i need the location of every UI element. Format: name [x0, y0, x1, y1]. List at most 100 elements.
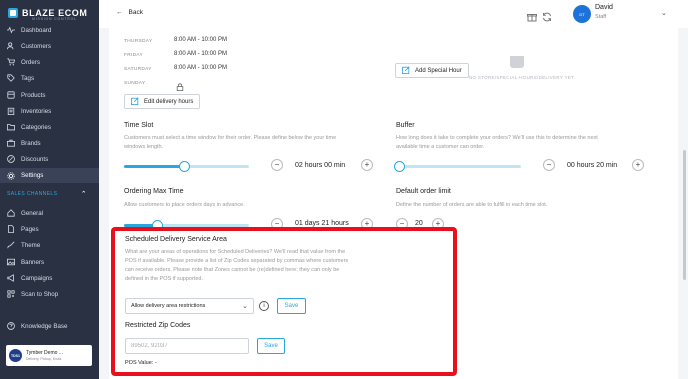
sidebar-item-banners[interactable]: Banners	[7, 256, 44, 268]
order-limit-value: 20	[415, 220, 423, 227]
briefcase-icon	[7, 139, 15, 147]
sidebar-item-label: Inventories	[21, 107, 52, 115]
day-label: THURSDAY	[124, 39, 153, 44]
time-slot-description: Customers must select a time window for …	[124, 135, 337, 150]
day-hours: 8:00 AM - 10:00 PM	[174, 37, 228, 43]
sidebar-item-label: General	[21, 209, 44, 217]
sidebar-item-label: Orders	[21, 58, 40, 66]
help-circle-icon	[7, 322, 15, 330]
megaphone-icon	[7, 274, 15, 282]
image-icon	[7, 258, 15, 266]
brand-logo[interactable]: BLAZE ECOM MISSION CONTROL	[8, 6, 88, 21]
time-slot-decrement[interactable]: −	[271, 159, 283, 171]
ordering-max-time-value: 01 days 21 hours	[295, 220, 349, 227]
store-modes: Delivery, Pickup, Kiosk	[26, 357, 62, 361]
sidebar-item-label: Settings	[21, 172, 44, 179]
store-selector[interactable]: TDS1 Tymber Demo ... Delivery, Pickup, K…	[6, 345, 92, 366]
sidebar-item-label: Theme	[21, 241, 41, 249]
buffer-increment[interactable]: +	[632, 159, 644, 171]
edit-icon	[402, 66, 410, 76]
buffer-slider[interactable]	[393, 161, 521, 172]
users-icon	[7, 42, 15, 50]
sidebar-item-settings[interactable]: Settings	[0, 168, 99, 183]
day-hours: 8:00 AM - 10:00 PM	[174, 65, 228, 71]
refresh-icon[interactable]	[542, 9, 552, 22]
back-button[interactable]: ← Back	[116, 9, 143, 16]
sidebar-item-general[interactable]: General	[7, 207, 43, 219]
lock-icon	[176, 78, 184, 91]
folder-icon	[7, 123, 15, 131]
day-hours: 8:00 AM - 10:00 PM	[174, 51, 228, 57]
chevron-down-icon[interactable]: ⌄	[661, 9, 667, 17]
tag-icon	[7, 74, 15, 82]
sidebar-item-label: Scan to Shop	[21, 290, 59, 298]
buffer-value: 00 hours 20 min	[567, 162, 618, 169]
arrow-left-icon: ←	[116, 9, 123, 16]
home-icon	[7, 209, 15, 217]
day-label: SATURDAY	[124, 67, 152, 72]
sidebar-item-scan-to-shop[interactable]: Scan to Shop	[7, 288, 58, 300]
day-label: SUNDAY	[124, 81, 146, 86]
sidebar-item-label: Tags	[21, 74, 35, 82]
section-title: SALES CHANNELS	[7, 191, 58, 197]
slider-handle[interactable]	[393, 161, 405, 172]
sidebar-item-tags[interactable]: Tags	[7, 72, 34, 84]
edit-icon	[131, 97, 139, 107]
box-icon	[7, 91, 15, 99]
sidebar-item-brands[interactable]: Brands	[7, 137, 41, 149]
sidebar-item-discounts[interactable]: Discounts	[7, 153, 48, 165]
ordering-max-time-description: Allow customers to place orders days in …	[124, 202, 245, 208]
sidebar-item-label: Categories	[21, 123, 51, 131]
no-special-hours-text: NO STORE/SPECIAL-HOURS/DELIVERY YET.	[469, 75, 576, 80]
add-special-hour-label: Add Special Hour	[415, 67, 462, 74]
sidebar-item-label: Brands	[21, 139, 41, 147]
buffer-title: Buffer	[396, 122, 415, 129]
edit-delivery-hours-label: Edit delivery hours	[144, 98, 194, 105]
add-special-hour-button[interactable]: Add Special Hour	[395, 63, 469, 78]
store-name: Tymber Demo ...	[26, 350, 63, 356]
knowledge-base-label: Knowledge Base	[21, 322, 68, 330]
chevron-up-icon: ⌃	[80, 191, 87, 198]
day-label: FRIDAY	[124, 53, 144, 58]
sales-channels-header[interactable]: SALES CHANNELS ⌃	[7, 190, 87, 198]
sidebar-item-products[interactable]: Products	[7, 89, 45, 101]
brand-tagline: MISSION CONTROL	[32, 17, 77, 21]
ordering-max-time-title: Ordering Max Time	[124, 188, 184, 195]
scrollbar[interactable]	[683, 150, 686, 280]
edit-delivery-hours-button[interactable]: Edit delivery hours	[124, 94, 201, 109]
slider-handle[interactable]	[179, 161, 190, 172]
sidebar-item-orders[interactable]: Orders	[7, 56, 40, 68]
gift-icon[interactable]	[527, 9, 537, 22]
time-slot-increment[interactable]: +	[361, 159, 373, 171]
buffer-description: How long does it take to complete your o…	[396, 135, 598, 150]
sidebar-item-label: Pages	[21, 225, 39, 233]
file-icon	[7, 225, 15, 233]
knowledge-base-link[interactable]: Knowledge Base	[7, 320, 67, 332]
clipboard-icon	[7, 107, 15, 115]
sidebar-item-inventories[interactable]: Inventories	[7, 105, 51, 117]
time-slot-title: Time Slot	[124, 122, 154, 129]
brush-icon	[7, 241, 15, 249]
sidebar-item-label: Discounts	[21, 155, 49, 163]
user-avatar[interactable]: DT	[573, 5, 591, 23]
sidebar-item-dashboard[interactable]: Dashboard	[7, 24, 51, 36]
sidebar-item-label: Banners	[21, 258, 45, 266]
sidebar-item-pages[interactable]: Pages	[7, 223, 39, 235]
sidebar: BLAZE ECOM MISSION CONTROL Dashboard Cus…	[0, 0, 99, 379]
time-slot-slider[interactable]	[124, 161, 249, 172]
buffer-decrement[interactable]: −	[543, 159, 555, 171]
highlight-box	[111, 227, 457, 376]
gear-icon	[7, 171, 15, 180]
user-role: Staff	[595, 14, 607, 20]
default-order-limit-description: Define the number of orders are able to …	[396, 202, 548, 208]
store-avatar: TDS1	[9, 349, 22, 362]
qr-icon	[7, 290, 15, 298]
time-slot-value: 02 hours 00 min	[295, 162, 346, 169]
sidebar-item-theme[interactable]: Theme	[7, 239, 40, 251]
sidebar-item-label: Customers	[21, 42, 51, 50]
sidebar-item-campaigns[interactable]: Campaigns	[7, 272, 52, 284]
sidebar-item-customers[interactable]: Customers	[7, 40, 51, 52]
percent-icon	[7, 155, 15, 163]
sidebar-item-categories[interactable]: Categories	[7, 121, 51, 133]
user-name: David	[595, 4, 613, 11]
